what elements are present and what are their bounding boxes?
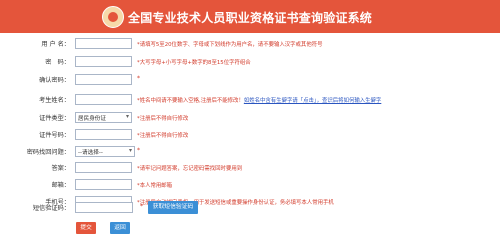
id-type-hint: *注册后不得自行修改: [137, 116, 189, 122]
name-hint: *姓名中间请不要输入空格,注册后不能修改！如姓名中含有生僻字请「点击」，查识后将…: [137, 96, 381, 104]
form-row-id-type: 证件类型： 居民身份证 *注册后不得自行修改: [0, 111, 500, 127]
sms-code-input[interactable]: [75, 202, 133, 213]
page-title: 全国专业技术人员职业资格证书查询验证系统: [128, 11, 373, 25]
form-row-sms-code: 短信验证码： * 获取短信验证码: [0, 201, 500, 217]
id-number-input[interactable]: [75, 129, 132, 140]
name-hint-text: *姓名中间请不要输入空格,注册后不能修改！: [137, 98, 244, 104]
confirm-password-label: 确认密码：: [39, 77, 70, 84]
security-question-required: *: [137, 147, 140, 154]
email-label: 邮箱：: [51, 182, 70, 189]
id-number-label: 证件号码：: [39, 132, 70, 139]
answer-label: 答案：: [51, 165, 70, 172]
answer-hint: *请牢记问题答案，忘记密码需找回时要用到: [137, 166, 243, 172]
password-label: 密 码：: [45, 59, 70, 66]
username-hint: *请填写5至20位数字、字母或下划线作为用户名，请不要输入汉字或其他符号: [137, 42, 323, 48]
answer-input[interactable]: [75, 162, 132, 173]
email-input[interactable]: [75, 179, 132, 190]
back-button[interactable]: 返回: [110, 222, 130, 234]
form-row-username: 用 户 名： *请填写5至20位数字、字母或下划线作为用户名，请不要输入汉字或其…: [0, 37, 500, 53]
security-question-label: 密码找回问题：: [26, 149, 70, 156]
email-hint: *本人常用邮箱: [137, 183, 173, 189]
username-input[interactable]: [75, 38, 132, 49]
form-row-email: 邮箱： *本人常用邮箱: [0, 178, 500, 194]
form-row-password: 密 码： *大写字母+小写字母+数字的8至15位字符组合: [0, 55, 500, 71]
header-banner: 全国专业技术人员职业资格证书查询验证系统: [0, 0, 500, 33]
username-label: 用 户 名：: [41, 41, 70, 48]
id-number-hint: *注册后不得自行修改: [137, 133, 189, 139]
password-hint: *大写字母+小写字母+数字的8至15位字符组合: [137, 60, 251, 66]
name-input[interactable]: [75, 94, 132, 105]
form-row-id-number: 证件号码： *注册后不得自行修改: [0, 128, 500, 144]
form-row-answer: 答案： *请牢记问题答案，忘记密码需找回时要用到: [0, 161, 500, 177]
sms-code-required: *: [140, 203, 143, 210]
get-sms-code-button[interactable]: 获取短信验证码: [148, 201, 198, 214]
id-type-label: 证件类型：: [39, 115, 70, 122]
name-label: 考生姓名：: [39, 97, 70, 104]
form-row-confirm-password: 确认密码： *: [0, 73, 500, 89]
confirm-password-input[interactable]: [75, 74, 132, 85]
submit-button[interactable]: 提交: [76, 222, 96, 234]
security-question-select[interactable]: --请选择--: [75, 146, 135, 157]
rare-char-link[interactable]: 如姓名中含有生僻字请「点击」，查识后将如何输入生僻字: [244, 98, 381, 104]
form-row-security-question: 密码找回问题： --请选择-- *: [0, 145, 500, 161]
sms-code-label: 短信验证码：: [32, 205, 70, 212]
password-input[interactable]: [75, 56, 132, 67]
id-type-select[interactable]: 居民身份证: [75, 112, 132, 123]
form-row-name: 考生姓名： *姓名中间请不要输入空格,注册后不能修改！如姓名中含有生僻字请「点击…: [0, 93, 500, 109]
confirm-password-required: *: [137, 75, 140, 82]
emblem-icon: [102, 6, 124, 28]
